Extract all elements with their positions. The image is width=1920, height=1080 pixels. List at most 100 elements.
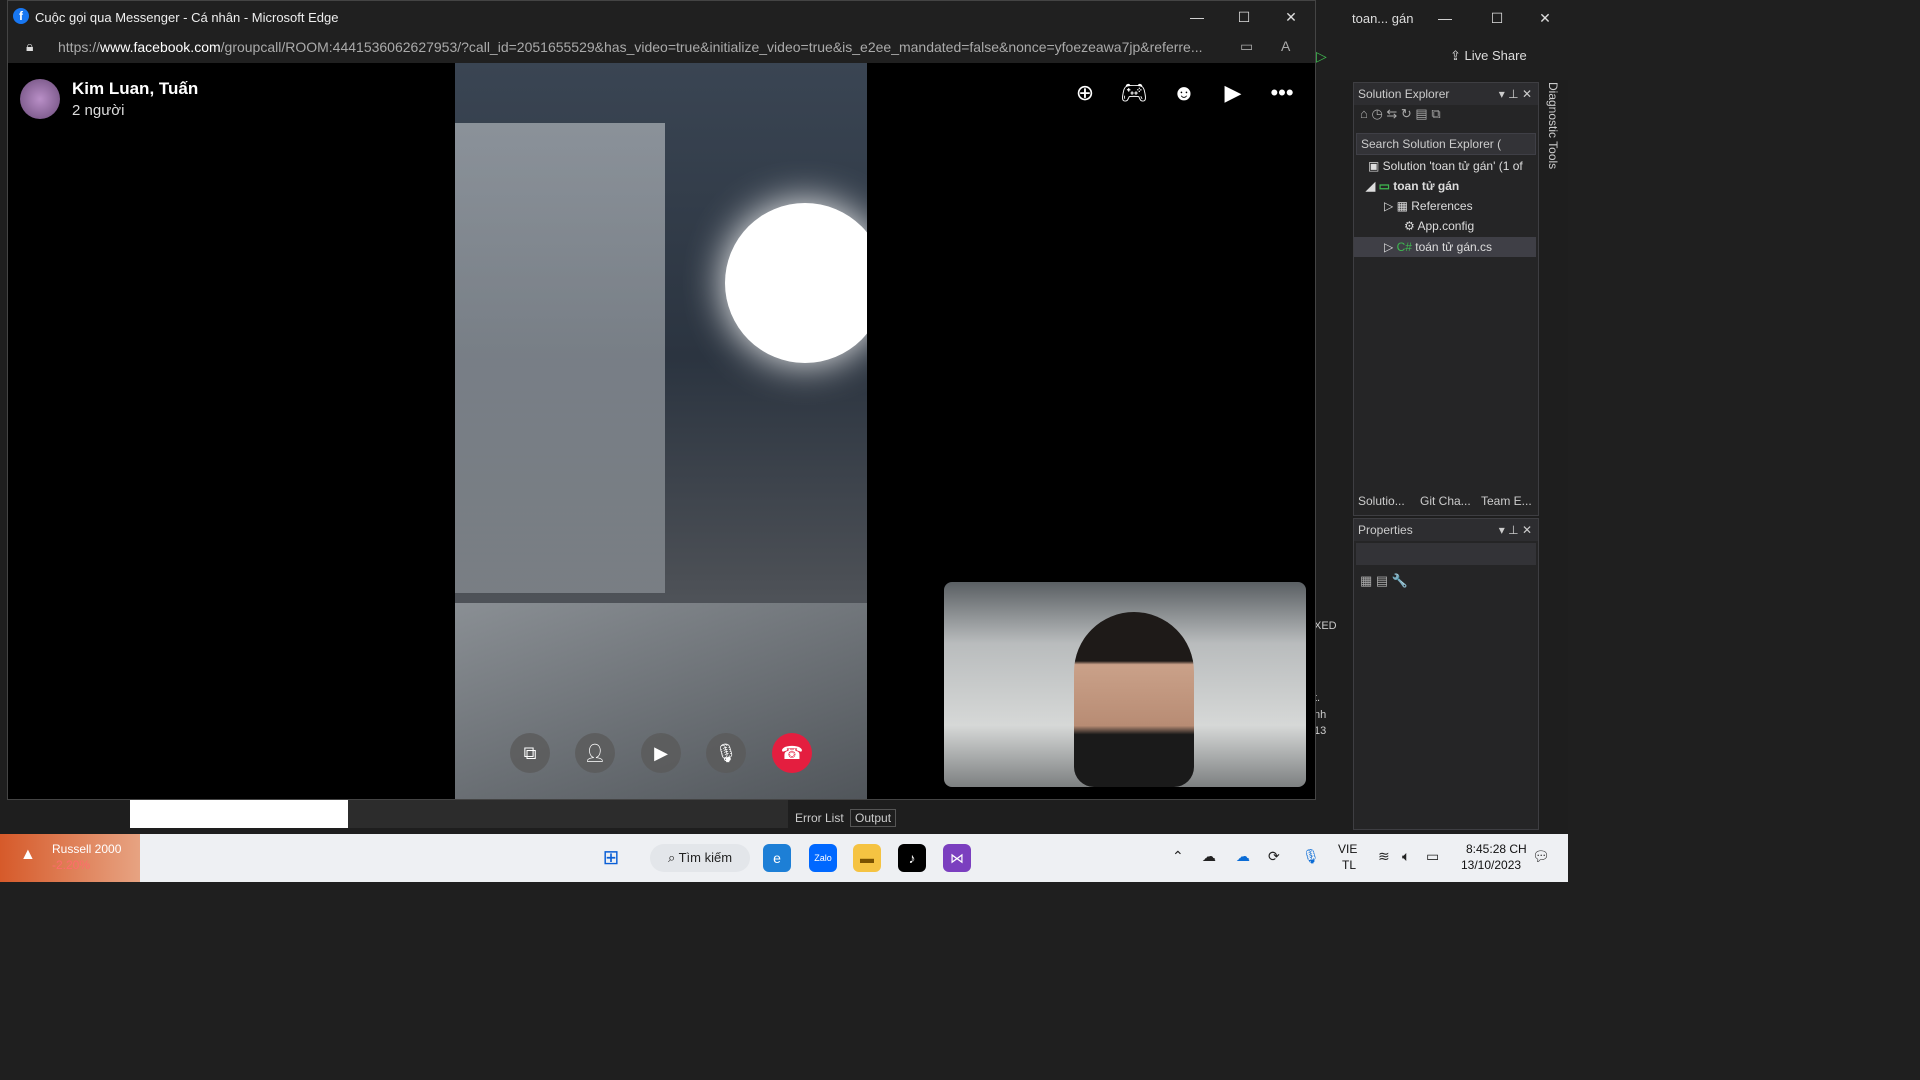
onedrive-icon[interactable]: ☁	[1236, 848, 1250, 865]
vs-bottom-tabs: Error List Output	[790, 808, 1350, 830]
add-person-icon: 👤︎	[583, 743, 607, 763]
microphone-icon: 🎙︎	[714, 743, 738, 763]
share-screen-icon: ⧉	[523, 743, 537, 763]
close-icon[interactable]: ▾ ⊥ ✕	[1499, 519, 1538, 541]
close-icon[interactable]: ▾ ⊥ ✕	[1499, 83, 1538, 105]
call-area: Kim Luan, Tuấn 2 người ⊕ 🎮︎ ☻ ▶ ••• ⧉ 👤︎…	[8, 63, 1315, 799]
tab-error-list[interactable]: Error List	[795, 811, 844, 825]
edge-window: f Cuộc gọi qua Messenger - Cá nhân - Mic…	[7, 0, 1316, 800]
taskbar-search[interactable]: ⌕ Tìm kiếm	[650, 844, 750, 872]
tree-item-references[interactable]: ▷ ▦ References	[1384, 199, 1473, 213]
windows-taskbar: ▲ Russell 2000 -2.20% ⊞ ⌕ Tìm kiếm e Zal…	[0, 834, 1568, 882]
windows-start-icon[interactable]: ⊞	[597, 844, 625, 872]
plus-circle-icon[interactable]: ⊕	[1071, 79, 1099, 107]
config-file-icon: ⚙	[1404, 219, 1418, 233]
file-explorer-icon[interactable]: ▬	[853, 844, 881, 872]
stock-change: -2.20%	[52, 858, 91, 872]
chevron-right-icon: ▷	[1384, 199, 1397, 213]
edge-icon[interactable]: e	[763, 844, 791, 872]
chevron-up-icon[interactable]: ⌃	[1172, 848, 1184, 865]
battery-icon[interactable]: ▭	[1426, 848, 1439, 865]
share-screen-button[interactable]: ⧉	[510, 733, 550, 773]
run-icon[interactable]: ▷	[1316, 48, 1327, 65]
tree-item-cs-file[interactable]: ▷ C# toán tử gán.cs	[1354, 237, 1536, 257]
solution-explorer-panel: Solution Explorer ▾ ⊥ ✕ ⌂ ◷ ⇆ ↻ ▤ ⧉ Sear…	[1353, 82, 1539, 516]
solution-icon: ▣	[1368, 159, 1383, 173]
read-aloud-icon[interactable]: A	[1281, 38, 1290, 54]
share-icon: ⇪	[1450, 48, 1461, 63]
edge-title-bar: f Cuộc gọi qua Messenger - Cá nhân - Mic…	[8, 1, 1315, 33]
solution-explorer-toolbar: ⌂ ◷ ⇆ ↻ ▤ ⧉	[1354, 105, 1538, 129]
camera-icon[interactable]: ▭	[1240, 38, 1253, 55]
participant-count: 2 người	[72, 102, 125, 119]
avatar	[20, 79, 60, 119]
vs-minimize-button[interactable]: —	[1422, 0, 1468, 36]
minimize-button[interactable]: —	[1174, 0, 1220, 35]
more-icon[interactable]: •••	[1268, 79, 1296, 107]
microphone-button[interactable]: 🎙︎	[706, 733, 746, 773]
side-snippet: XED	[1314, 620, 1337, 632]
url-text[interactable]: https://www.facebook.com/groupcall/ROOM:…	[58, 39, 1233, 55]
search-icon: ⌕	[667, 850, 679, 865]
clock-date[interactable]: 13/10/2023	[1461, 858, 1521, 872]
toolbar-icons[interactable]: ⌂ ◷ ⇆ ↻ ▤ ⧉	[1354, 106, 1441, 121]
tiktok-icon[interactable]: ♪	[898, 844, 926, 872]
notification-icon[interactable]: 💬︎	[1532, 848, 1550, 865]
screen-share-play-icon[interactable]: ▶	[1219, 79, 1247, 107]
vs-maximize-button[interactable]: ☐	[1474, 0, 1520, 36]
add-person-button[interactable]: 👤︎	[575, 733, 615, 773]
diagnostic-tools-tab[interactable]: Diagnostic Tools	[1540, 82, 1560, 202]
clock-time[interactable]: 8:45:28 CH	[1466, 842, 1527, 856]
tab-output[interactable]: Output	[850, 809, 897, 827]
tab-solution[interactable]: Solutio...	[1358, 494, 1405, 508]
caller-names: Kim Luan, Tuấn	[72, 79, 199, 98]
close-button[interactable]: ✕	[1268, 0, 1314, 35]
live-share-button[interactable]: ⇪ Live Share	[1450, 48, 1527, 64]
end-call-button[interactable]: ☎︎	[772, 733, 812, 773]
background-window-strip	[348, 798, 788, 828]
properties-panel: Properties ▾ ⊥ ✕ ▦ ▤ 🔧	[1353, 518, 1539, 830]
camera-button[interactable]: ▶	[641, 733, 681, 773]
self-video-person	[1074, 612, 1194, 787]
references-icon: ▦	[1396, 199, 1412, 213]
zalo-icon[interactable]: Zalo	[809, 844, 837, 872]
chevron-down-icon: ◢	[1366, 179, 1379, 193]
emoji-effects-icon[interactable]: ☻	[1170, 79, 1198, 107]
visual-studio-icon[interactable]: ⋈	[943, 844, 971, 872]
background-window-strip	[130, 798, 348, 828]
solution-explorer-tabs: Solutio... Git Cha... Team E...	[1353, 490, 1537, 514]
csharp-file-icon: C#	[1396, 240, 1416, 254]
tree-item-app-config[interactable]: ⚙ App.config	[1404, 219, 1474, 233]
language-indicator[interactable]: VIE	[1338, 842, 1357, 856]
lock-icon[interactable]: 🔒︎	[26, 38, 33, 55]
search-solution-explorer-input[interactable]: Search Solution Explorer (	[1356, 133, 1536, 155]
edge-window-title: Cuộc gọi qua Messenger - Cá nhân - Micro…	[35, 10, 339, 25]
keyboard-layout-indicator[interactable]: TL	[1342, 858, 1356, 872]
tab-team-explorer[interactable]: Team E...	[1481, 494, 1532, 508]
properties-selector[interactable]	[1356, 543, 1536, 565]
chevron-right-icon: ▷	[1384, 240, 1397, 254]
solution-explorer-header: Solution Explorer ▾ ⊥ ✕	[1354, 83, 1538, 105]
remote-video	[455, 63, 867, 799]
maximize-button[interactable]: ☐	[1221, 0, 1267, 35]
wifi-icon[interactable]: ≋	[1378, 848, 1390, 865]
cloud-error-icon[interactable]: ☁	[1202, 848, 1216, 865]
self-video-preview[interactable]	[944, 582, 1306, 787]
tab-git-changes[interactable]: Git Cha...	[1420, 494, 1471, 508]
address-bar[interactable]: 🔒︎ https://www.facebook.com/groupcall/RO…	[8, 33, 1315, 63]
video-camera-icon: ▶	[654, 743, 668, 763]
vs-toolbar: ▷	[1314, 36, 1568, 80]
facebook-icon: f	[13, 8, 29, 24]
vs-title: toan... gán	[1352, 11, 1414, 26]
properties-toolbar[interactable]: ▦ ▤ 🔧	[1354, 567, 1538, 595]
properties-header: Properties ▾ ⊥ ✕	[1354, 519, 1538, 541]
video-screen-region	[455, 123, 665, 593]
volume-icon[interactable]: 🔈︎	[1402, 848, 1410, 865]
gamepad-icon[interactable]: 🎮︎	[1120, 79, 1148, 107]
stock-chart-icon: ▲	[20, 846, 36, 863]
vs-close-button[interactable]: ✕	[1522, 0, 1568, 36]
tree-item-project[interactable]: ◢ ▭ toan tử gán	[1366, 179, 1459, 193]
microphone-icon[interactable]: 🎙︎	[1302, 848, 1320, 865]
sync-icon[interactable]: ⟳	[1268, 848, 1280, 865]
tree-item-solution[interactable]: ▣ Solution 'toan tử gán' (1 of	[1368, 159, 1523, 173]
